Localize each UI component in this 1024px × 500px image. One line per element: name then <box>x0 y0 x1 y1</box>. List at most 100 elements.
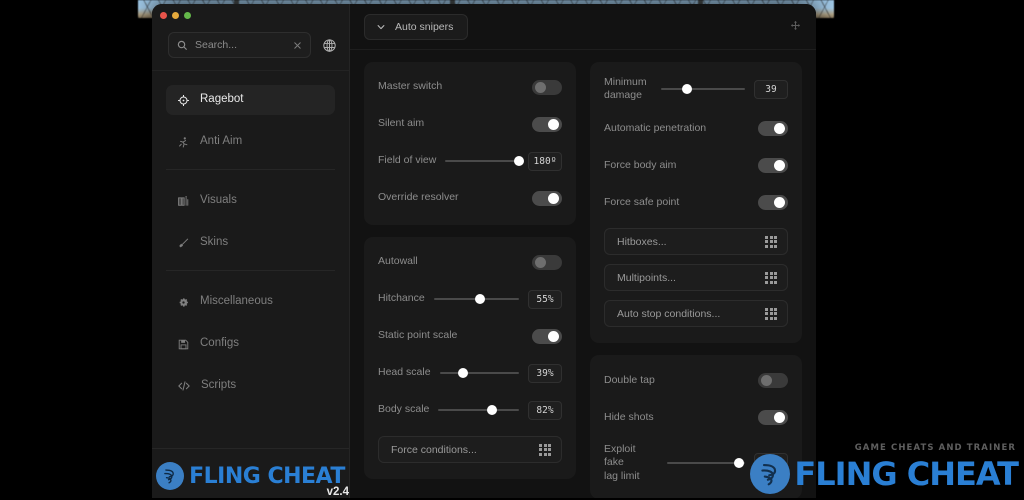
setting-row-force-safe-point: Force safe point <box>604 191 788 213</box>
sidebar-item-miscellaneous[interactable]: Miscellaneous <box>166 287 335 317</box>
watermark-name: FLING CHEAT <box>794 455 1019 493</box>
sidebar-item-label: Ragebot <box>200 93 244 106</box>
globe-icon[interactable] <box>319 35 339 55</box>
search-row: Search... <box>152 26 349 71</box>
exploit-fake-lag-limit-slider[interactable] <box>667 456 745 470</box>
sidebar: Search... Ragebot Anti Aim Visuals Skins… <box>152 4 350 498</box>
setting-row-field-of-view: Field of view 180º <box>378 150 562 172</box>
move-cross-icon[interactable] <box>789 20 802 33</box>
close-icon[interactable] <box>293 41 302 50</box>
code-icon <box>177 379 191 393</box>
visuals-icon <box>177 195 190 208</box>
setting-label: Minimum damage <box>604 76 647 102</box>
picker-label: Auto stop conditions... <box>617 307 721 320</box>
double-tap-toggle[interactable] <box>758 372 788 388</box>
setting-row-exploit-fake-lag-limit: Exploit fake lag limit <box>604 443 788 482</box>
sidebar-item-label: Anti Aim <box>200 135 243 148</box>
ragebot-target-card: Minimumdamage 39 Automatic penetration <box>590 62 802 344</box>
setting-label: Static point scale <box>378 329 458 342</box>
autowall-toggle[interactable] <box>532 254 562 270</box>
hitchance-value[interactable]: 55% <box>528 289 562 309</box>
ragebot-accuracy-card: Autowall Hitchance 55% Static point scal… <box>364 237 576 479</box>
setting-label: Silent aim <box>378 117 425 130</box>
setting-row-force-body-aim: Force body aim <box>604 154 788 176</box>
minimize-window-button[interactable] <box>172 11 179 19</box>
sidebar-item-scripts[interactable]: Scripts <box>166 371 335 401</box>
nav-group-visual: Visuals Skins <box>152 186 349 258</box>
watermark-tagline: GAME CHEATS AND TRAINER <box>854 443 1016 453</box>
weapon-group-dropdown[interactable]: Auto snipers <box>364 13 469 40</box>
force-body-aim-toggle[interactable] <box>758 157 788 173</box>
setting-label: Field of view <box>378 154 437 167</box>
silent-aim-toggle[interactable] <box>532 116 562 132</box>
running-man-icon <box>177 136 190 149</box>
master-switch-toggle[interactable] <box>532 79 562 95</box>
sidebar-item-ragebot[interactable]: Ragebot <box>166 85 335 115</box>
setting-label: Autowall <box>378 255 418 268</box>
body-scale-slider[interactable] <box>438 403 519 417</box>
body-scale-value[interactable]: 82% <box>528 400 562 420</box>
cheat-menu-window: Search... Ragebot Anti Aim Visuals Skins… <box>152 4 816 498</box>
auto-stop-conditions-picker[interactable]: Auto stop conditions... <box>604 300 788 328</box>
brand-name: FLING CHEAT <box>189 463 345 489</box>
window-titlebar <box>152 4 349 26</box>
grid-icon <box>539 443 551 456</box>
automatic-penetration-toggle[interactable] <box>758 120 788 136</box>
close-window-button[interactable] <box>160 11 167 19</box>
gear-icon <box>177 296 190 309</box>
nav-group-system: Miscellaneous Configs Scripts <box>152 287 349 401</box>
setting-label: Exploit fake lag limit <box>604 443 640 482</box>
static-point-scale-toggle[interactable] <box>532 328 562 344</box>
setting-label: Force safe point <box>604 195 680 208</box>
exploit-fake-lag-limit-value[interactable] <box>754 453 788 473</box>
override-resolver-toggle[interactable] <box>532 190 562 206</box>
sidebar-item-anti-aim[interactable]: Anti Aim <box>166 127 335 157</box>
middle-column: Master switch Silent aim Field of view 1… <box>364 62 576 498</box>
setting-label: Automatic penetration <box>604 121 707 134</box>
sidebar-item-label: Skins <box>200 236 229 249</box>
fling-logo-icon <box>156 462 185 490</box>
right-column: Minimumdamage 39 Automatic penetration <box>590 62 802 498</box>
picker-label: Force conditions... <box>391 443 477 456</box>
brand-lockup: FLING CHEAT <box>156 462 345 490</box>
search-input[interactable]: Search... <box>168 32 311 58</box>
hide-shots-toggle[interactable] <box>758 409 788 425</box>
screenshot-stage: Search... Ragebot Anti Aim Visuals Skins… <box>0 0 1024 500</box>
sidebar-item-skins[interactable]: Skins <box>166 228 335 258</box>
setting-row-static-point-scale: Static point scale <box>378 325 562 347</box>
head-scale-slider[interactable] <box>439 366 519 380</box>
crosshair-icon <box>177 94 190 107</box>
multipoints-picker[interactable]: Multipoints... <box>604 264 788 292</box>
setting-label: Body scale <box>378 403 430 416</box>
minimum-damage-value[interactable]: 39 <box>754 79 788 99</box>
force-conditions-picker[interactable]: Force conditions... <box>378 436 562 463</box>
nav-group-aim: Ragebot Anti Aim <box>152 85 349 157</box>
field-of-view-value[interactable]: 180º <box>528 151 562 171</box>
ragebot-main-card: Master switch Silent aim Field of view 1… <box>364 62 576 225</box>
setting-row-override-resolver: Override resolver <box>378 187 562 209</box>
sidebar-item-configs[interactable]: Configs <box>166 329 335 359</box>
setting-row-head-scale: Head scale 39% <box>378 362 562 384</box>
sidebar-item-label: Scripts <box>201 379 237 392</box>
head-scale-value[interactable]: 39% <box>528 363 562 383</box>
setting-row-body-scale: Body scale 82% <box>378 399 562 421</box>
hitboxes-picker[interactable]: Hitboxes... <box>604 228 788 256</box>
sidebar-item-visuals[interactable]: Visuals <box>166 186 335 216</box>
brush-icon <box>177 237 190 250</box>
sidebar-item-label: Configs <box>200 337 239 350</box>
hitchance-slider[interactable] <box>433 292 519 306</box>
nav-divider <box>166 270 335 271</box>
maximize-window-button[interactable] <box>184 11 191 19</box>
setting-row-silent-aim: Silent aim <box>378 113 562 135</box>
setting-row-hide-shots: Hide shots <box>604 406 788 428</box>
field-of-view-slider[interactable] <box>445 154 524 168</box>
setting-row-double-tap: Double tap <box>604 369 788 391</box>
setting-row-hitchance: Hitchance 55% <box>378 288 562 310</box>
setting-label: Double tap <box>604 373 655 386</box>
search-placeholder: Search... <box>195 39 238 51</box>
force-safe-point-toggle[interactable] <box>758 194 788 210</box>
setting-label: Force body aim <box>604 158 677 171</box>
setting-row-autowall: Autowall <box>378 251 562 273</box>
minimum-damage-slider[interactable] <box>661 82 745 96</box>
setting-row-automatic-penetration: Automatic penetration <box>604 117 788 139</box>
